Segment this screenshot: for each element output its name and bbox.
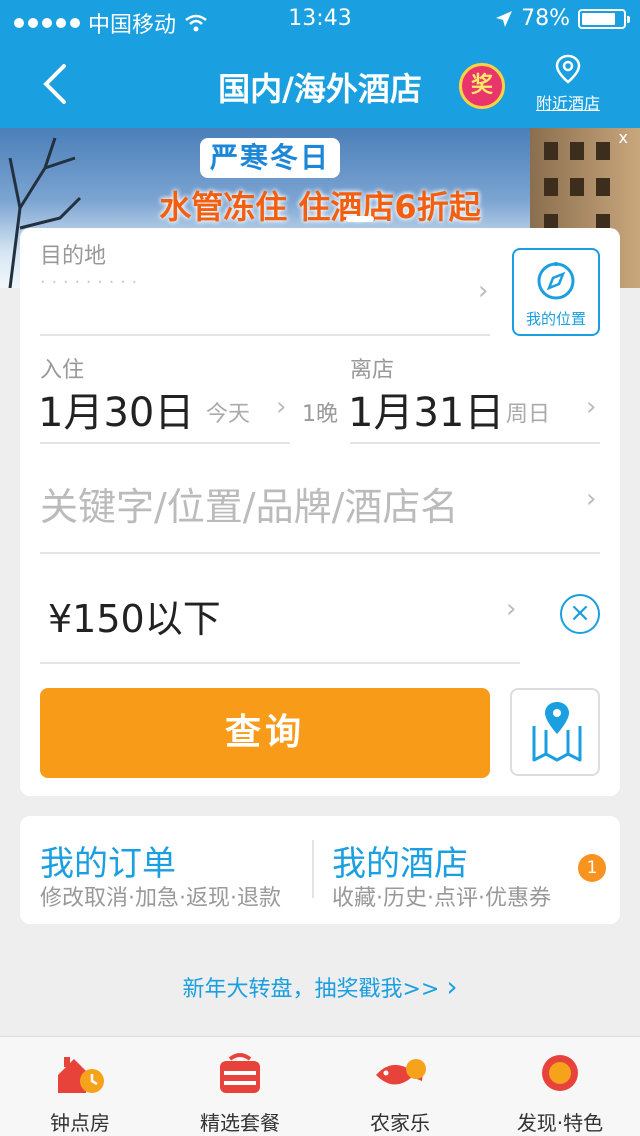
- divider: [40, 552, 600, 554]
- divider: [350, 442, 600, 444]
- top-bar: 中国移动 13:43 78% 国内/海外酒店 奖 附近酒店: [0, 0, 640, 128]
- my-orders-subtitle: 修改取消·加急·返现·退款: [40, 886, 281, 911]
- tab-label: 发现·特色: [516, 1111, 604, 1135]
- my-location-button[interactable]: 我的位置: [512, 248, 600, 336]
- nav-bar: 国内/海外酒店 奖 附近酒店: [0, 40, 640, 128]
- price-chevron-icon: ›: [506, 594, 517, 624]
- status-bar: 中国移动 13:43 78%: [0, 0, 640, 40]
- checkin-chevron-icon: ›: [276, 392, 287, 422]
- divider: [40, 334, 490, 336]
- bottom-tab-bar: 钟点房 精选套餐 农家乐 发现·特色: [0, 1036, 640, 1136]
- checkout-chevron-icon: ›: [586, 392, 597, 422]
- nights-count: 1晚: [302, 402, 338, 427]
- destination-chevron-icon: ›: [478, 276, 489, 306]
- destination-label: 目的地: [40, 244, 107, 269]
- map-pin-icon: [555, 54, 581, 84]
- checkin-day: 今天: [206, 402, 251, 427]
- checkout-date[interactable]: 1月31日: [348, 380, 504, 438]
- tab-farm-stay[interactable]: 农家乐: [320, 1049, 480, 1136]
- battery-percent: 78%: [521, 6, 570, 31]
- my-location-label: 我的位置: [525, 310, 586, 328]
- chevron-right-icon: ›: [446, 970, 458, 1003]
- price-filter[interactable]: ¥150以下: [48, 588, 221, 643]
- notification-badge: 1: [578, 854, 606, 882]
- nearby-hotels-button[interactable]: 附近酒店: [530, 54, 606, 114]
- orders-card: 我的订单 修改取消·加急·返现·退款 我的酒店 收藏·历史·点评·优惠券 1: [20, 816, 620, 924]
- my-hotels-subtitle: 收藏·历史·点评·优惠券: [332, 886, 551, 911]
- tab-label: 精选套餐: [200, 1111, 280, 1135]
- checkin-date[interactable]: 1月30日: [38, 380, 194, 438]
- nearby-hotels-label: 附近酒店: [535, 94, 600, 113]
- hourly-room-icon: [58, 1057, 104, 1093]
- tab-label: 钟点房: [50, 1111, 110, 1135]
- map-icon: [532, 702, 582, 762]
- farm-stay-icon: [376, 1059, 426, 1085]
- discover-icon: [542, 1055, 578, 1091]
- lottery-promo-link[interactable]: 新年大转盘，抽奖戳我>> ›: [0, 970, 640, 1003]
- tab-package[interactable]: 精选套餐: [160, 1049, 320, 1136]
- divider: [312, 840, 314, 898]
- tab-discover[interactable]: 发现·特色: [480, 1049, 640, 1136]
- keyword-chevron-icon: ›: [586, 484, 597, 514]
- search-button[interactable]: 查询: [40, 688, 490, 778]
- location-arrow-icon: [496, 10, 513, 27]
- map-search-button[interactable]: [510, 688, 600, 776]
- tab-hourly-room[interactable]: 钟点房: [0, 1049, 160, 1136]
- status-right: 78%: [495, 6, 630, 31]
- keyword-input[interactable]: 关键字/位置/品牌/酒店名: [40, 476, 458, 531]
- banner-slogan: 水管冻住 住酒店6折起: [159, 188, 481, 226]
- battery-icon: [578, 8, 630, 29]
- my-orders-title[interactable]: 我的订单: [40, 836, 176, 885]
- package-icon: [220, 1053, 260, 1093]
- my-hotels-title[interactable]: 我的酒店: [332, 836, 468, 885]
- banner-close-button[interactable]: x: [619, 128, 628, 147]
- destination-field[interactable]: · · · · · · · · ·: [40, 272, 480, 302]
- banner-page-indicator: [346, 216, 374, 222]
- tab-label: 农家乐: [370, 1111, 430, 1135]
- divider: [40, 662, 520, 664]
- clear-price-icon[interactable]: ×: [560, 594, 600, 634]
- divider: [40, 442, 290, 444]
- lottery-promo-text: 新年大转盘，抽奖戳我>>: [182, 977, 447, 1002]
- checkout-day: 周日: [506, 402, 551, 427]
- banner-headline: 严寒冬日: [200, 138, 340, 178]
- hotel-search-card: 目的地 · · · · · · · · · › 我的位置 入住 1月30日 今天…: [20, 228, 620, 796]
- compass-icon: [537, 262, 575, 300]
- prize-badge-icon[interactable]: 奖: [459, 63, 505, 109]
